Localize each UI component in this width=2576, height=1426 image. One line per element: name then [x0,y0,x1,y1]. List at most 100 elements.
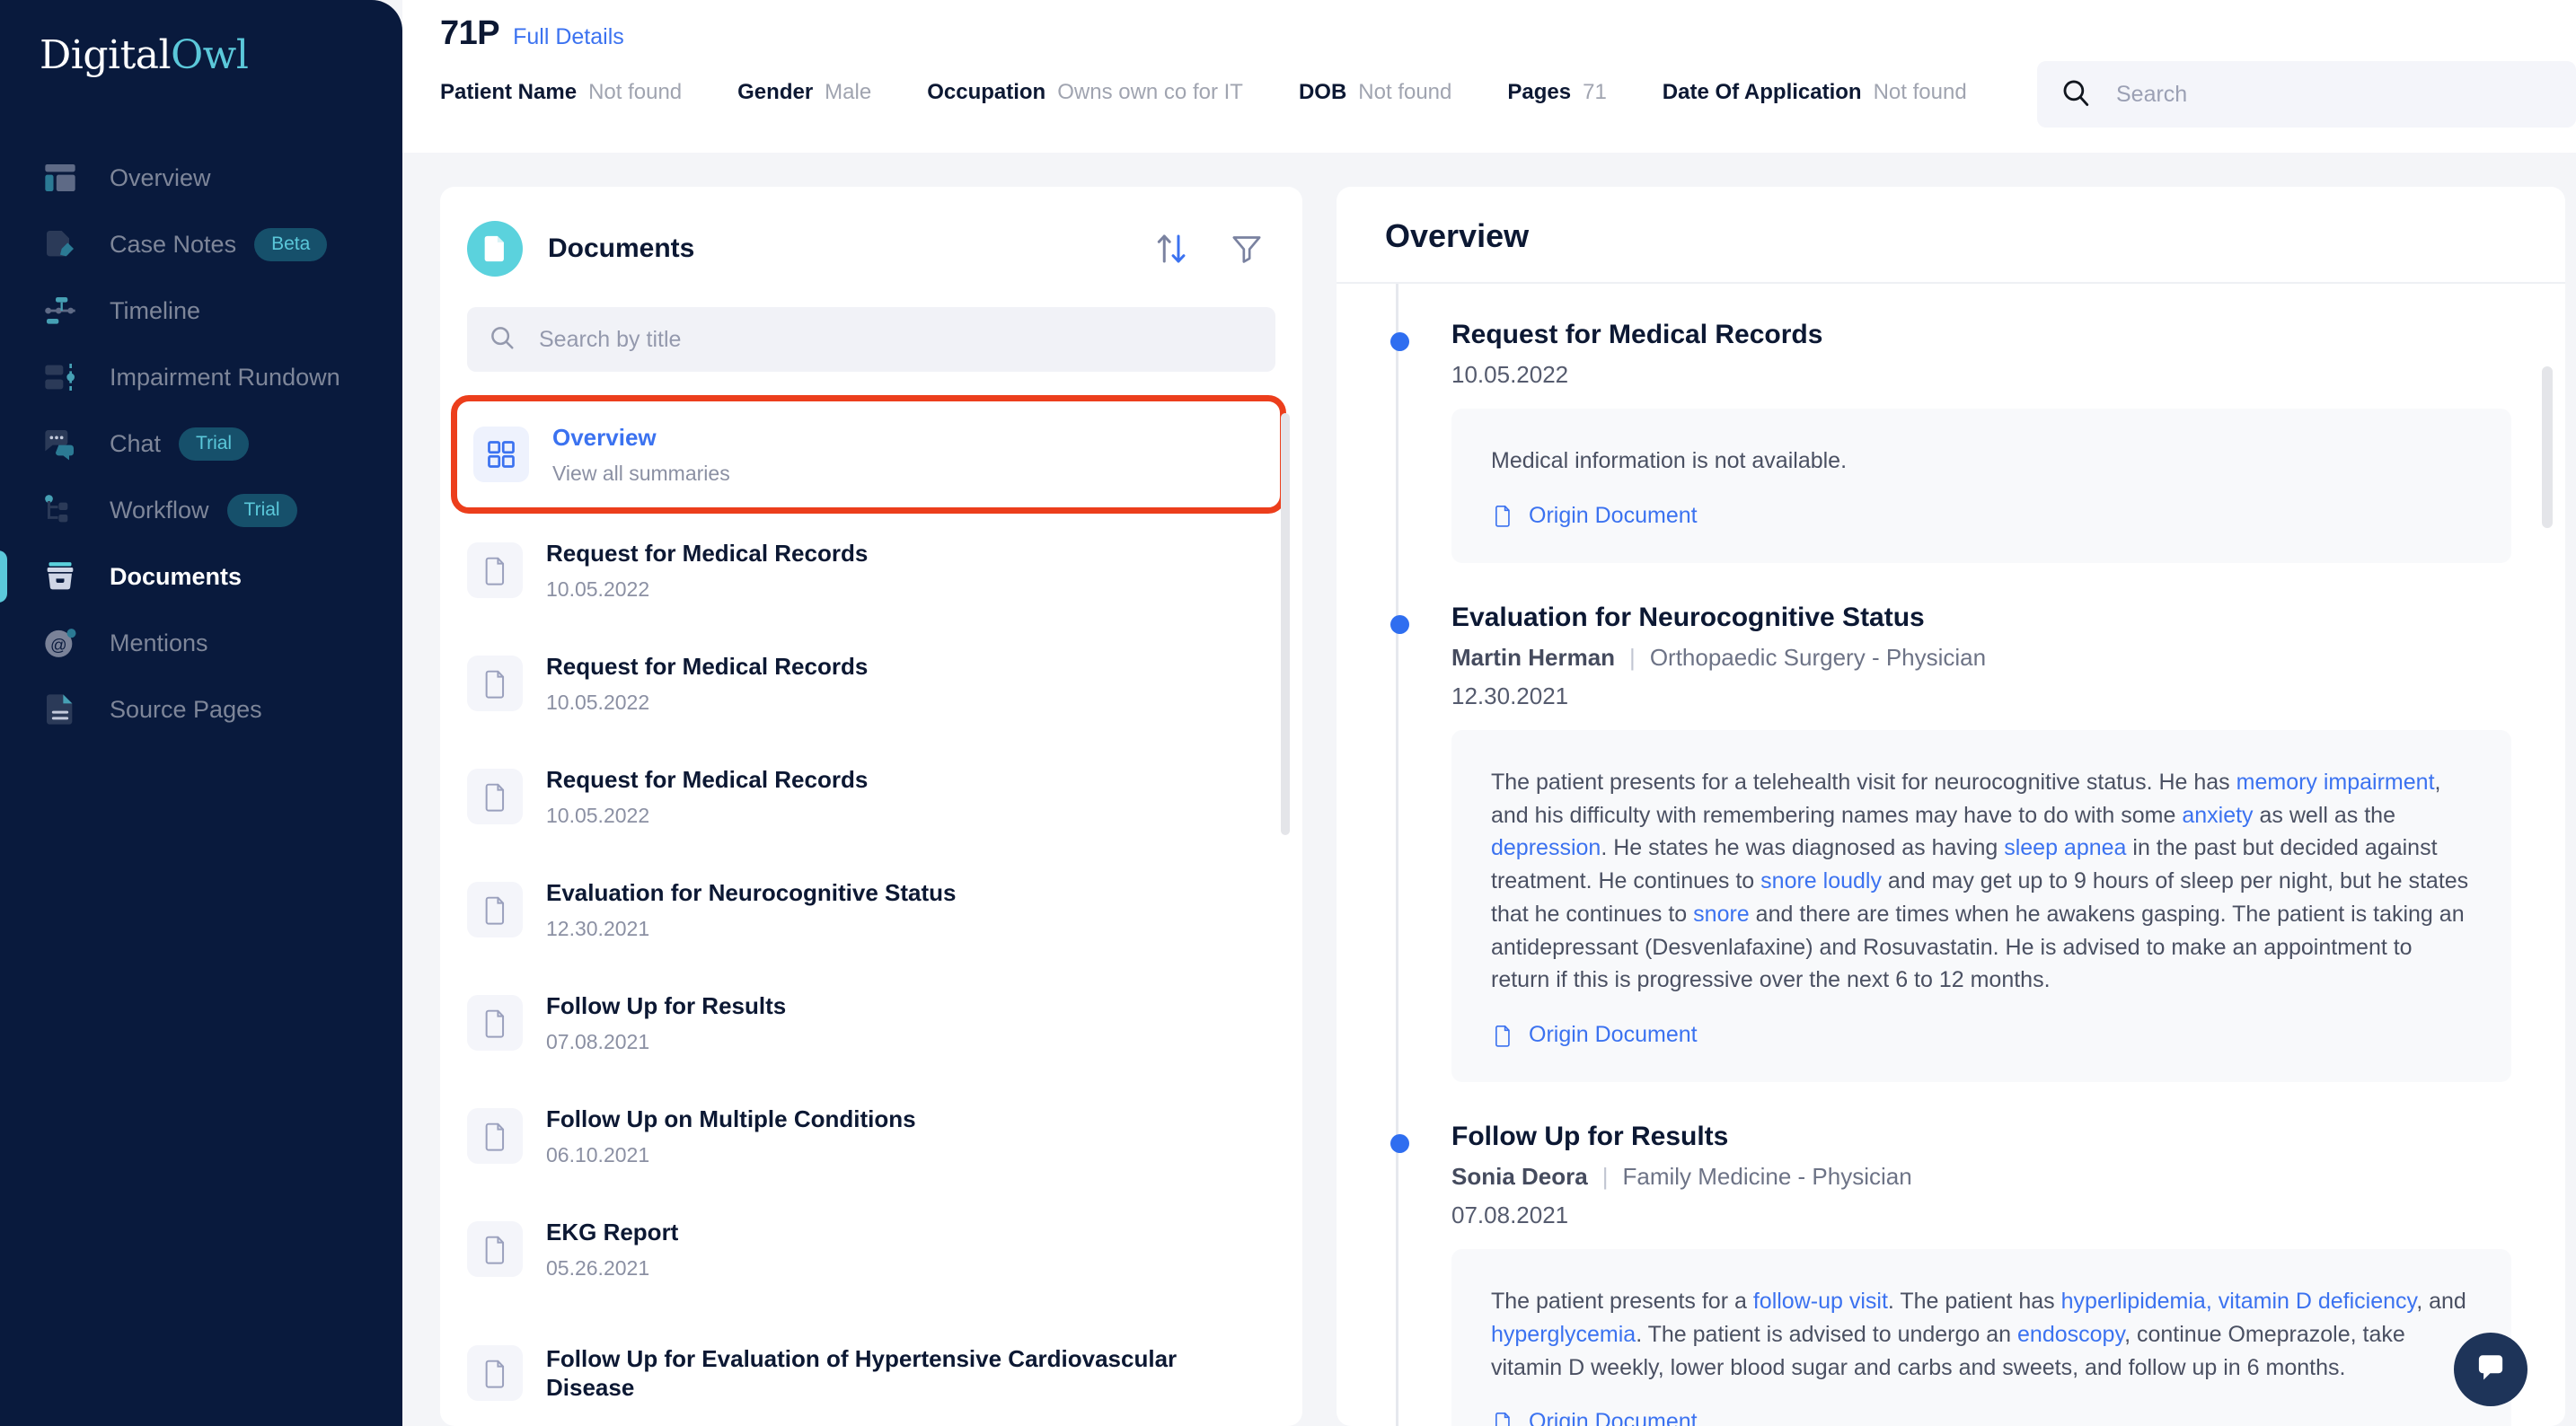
sidebar-badge-trial: Trial [226,493,297,527]
list-item[interactable]: Evaluation for Neurocognitive Status 12.… [440,853,1302,966]
meta-key: Date Of Application [1662,80,1862,104]
list-item-subtitle: View all summaries [552,461,730,485]
overview-panel-title: Overview [1385,217,1530,254]
list-item-overview[interactable]: Overview View all summaries [451,395,1286,514]
list-item-text: Follow Up for Results 07.08.2021 [546,991,786,1054]
layout-icon [40,157,81,198]
sidebar-nav: Overview Case Notes Beta Timeline Impair… [0,145,402,743]
document-icon [467,882,523,937]
sidebar-item-workflow[interactable]: Workflow Trial [0,477,402,543]
brand-logo-part2: Owl [171,32,249,78]
body-highlight[interactable]: snore [1693,902,1750,927]
brand-logo-part1: Digital [40,32,172,78]
app-root: DigitalOwl Overview Case Notes Beta Time… [0,0,2576,1426]
list-item-subtitle: 12.30.2021 [546,916,650,940]
body-highlight[interactable]: endoscopy [2017,1322,2124,1347]
list-item-text: Request for Medical Records 10.05.2022 [546,765,868,828]
body-highlight[interactable]: sleep apnea [2004,835,2126,860]
sort-icon[interactable] [1153,230,1191,268]
timeline-entry-body: The patient presents for a telehealth vi… [1491,766,2470,997]
meta-value: Not found [1358,80,1452,104]
body-segment: The patient presents for a telehealth vi… [1491,769,2236,795]
document-icon [467,656,523,711]
meta-key: Pages [1507,80,1572,104]
meta-patient-name: Patient Name Not found [440,80,682,105]
overview-scrollbar[interactable] [2542,366,2553,528]
documents-search-input[interactable]: Search by title [467,307,1275,372]
meta-key: Gender [737,80,814,104]
filter-icon[interactable] [1229,231,1265,267]
list-item-title: Request for Medical Records [546,540,869,568]
top-header: 71P Full Details Patient Name Not found … [402,0,2576,153]
origin-document-label: Origin Document [1529,502,1698,528]
list-item[interactable]: Follow Up for Results 07.08.2021 [440,966,1302,1079]
body-highlight[interactable]: depression [1491,835,1601,860]
content-area: Documents Search by title Overview View … [402,153,2576,1426]
sidebar-badge-beta: Beta [254,227,328,261]
sidebar: DigitalOwl Overview Case Notes Beta Time… [0,0,402,1426]
origin-document-link[interactable]: Origin Document [1491,1409,2470,1426]
list-item[interactable]: EKG Report 05.26.2021 [440,1193,1302,1306]
chat-widget-button[interactable] [2454,1333,2527,1406]
page-icon [40,689,81,730]
divider: | [1601,1163,1609,1190]
full-details-link[interactable]: Full Details [513,24,624,50]
list-item[interactable]: Follow Up for Evaluation of Hypertensive… [440,1306,1302,1426]
timeline-entry-heading: Follow Up for Results [1451,1122,1729,1151]
list-item[interactable]: Request for Medical Records 10.05.2022 [440,627,1302,740]
sidebar-item-label: Mentions [110,629,208,656]
body-highlight[interactable]: follow-up visit [1753,1289,1888,1314]
documents-panel: Documents Search by title Overview View … [440,187,1302,1426]
origin-document-link[interactable]: Origin Document [1491,1022,2470,1048]
list-item[interactable]: Request for Medical Records 10.05.2022 [440,514,1302,627]
list-item-subtitle: 07.08.2021 [546,1029,650,1053]
meta-date-of-application: Date Of Application Not found [1663,80,1967,105]
timeline-entry-heading: Request for Medical Records [1451,320,1823,349]
grid-icon [473,427,529,482]
sidebar-item-overview[interactable]: Overview [0,145,402,211]
sidebar-item-impairment-rundown[interactable]: Impairment Rundown [0,344,402,410]
documents-panel-title: Documents [548,233,695,263]
body-highlight[interactable]: hyperglycemia [1491,1322,1636,1347]
document-icon [1491,504,1514,527]
global-search[interactable]: Search [2037,61,2576,128]
sidebar-item-source-pages[interactable]: Source Pages [0,676,402,743]
search-icon [489,324,516,356]
workflow-icon [40,489,81,531]
archive-box-icon [40,556,81,597]
document-icon [1491,1024,1514,1047]
body-highlight[interactable]: memory impairment [2236,770,2435,795]
list-item-title: EKG Report [546,1219,679,1246]
sidebar-item-timeline[interactable]: Timeline [0,277,402,344]
timeline-entry-author: Sonia Deora [1451,1163,1588,1190]
sidebar-item-case-notes[interactable]: Case Notes Beta [0,211,402,277]
list-item-text: Follow Up on Multiple Conditions 06.10.2… [546,1105,916,1167]
body-segment: . The patient has [1887,1289,2061,1314]
overview-timeline: Request for Medical Records 10.05.2022 M… [1337,284,2565,1426]
body-segment: Medical information is not available. [1491,448,1848,473]
documents-panel-actions [1153,230,1265,268]
sidebar-item-chat[interactable]: Chat Trial [0,410,402,477]
timeline-dot-icon [1390,1134,1409,1153]
timeline-entry-date: 12.30.2021 [1451,682,1569,709]
sidebar-item-label: Timeline [110,296,201,324]
body-highlight[interactable]: snore loudly [1760,868,1882,893]
list-item-subtitle: 06.10.2021 [546,1142,650,1166]
documents-panel-header: Documents [440,187,1302,277]
meta-occupation: Occupation Owns own co for IT [927,80,1243,105]
body-highlight[interactable]: hyperlipidemia, vitamin D deficiency [2061,1289,2417,1314]
sidebar-item-mentions[interactable]: @ Mentions [0,610,402,676]
body-highlight[interactable]: anxiety [2182,803,2253,828]
origin-document-link[interactable]: Origin Document [1491,503,2470,529]
search-placeholder: Search [2116,81,2188,107]
meta-pages: Pages 71 [1507,80,1606,105]
documents-list-scrollbar[interactable] [1281,413,1290,835]
sidebar-item-label: Chat [110,429,162,457]
sidebar-item-documents[interactable]: Documents [0,543,402,610]
list-item[interactable]: Request for Medical Records 10.05.2022 [440,740,1302,853]
list-item[interactable]: Follow Up on Multiple Conditions 06.10.2… [440,1079,1302,1193]
list-item-text: Request for Medical Records 10.05.2022 [546,652,868,715]
body-segment: . He states he was diagnosed as having [1601,835,2005,861]
sidebar-item-label: Workflow [110,496,209,524]
list-item-title: Overview [552,424,657,452]
